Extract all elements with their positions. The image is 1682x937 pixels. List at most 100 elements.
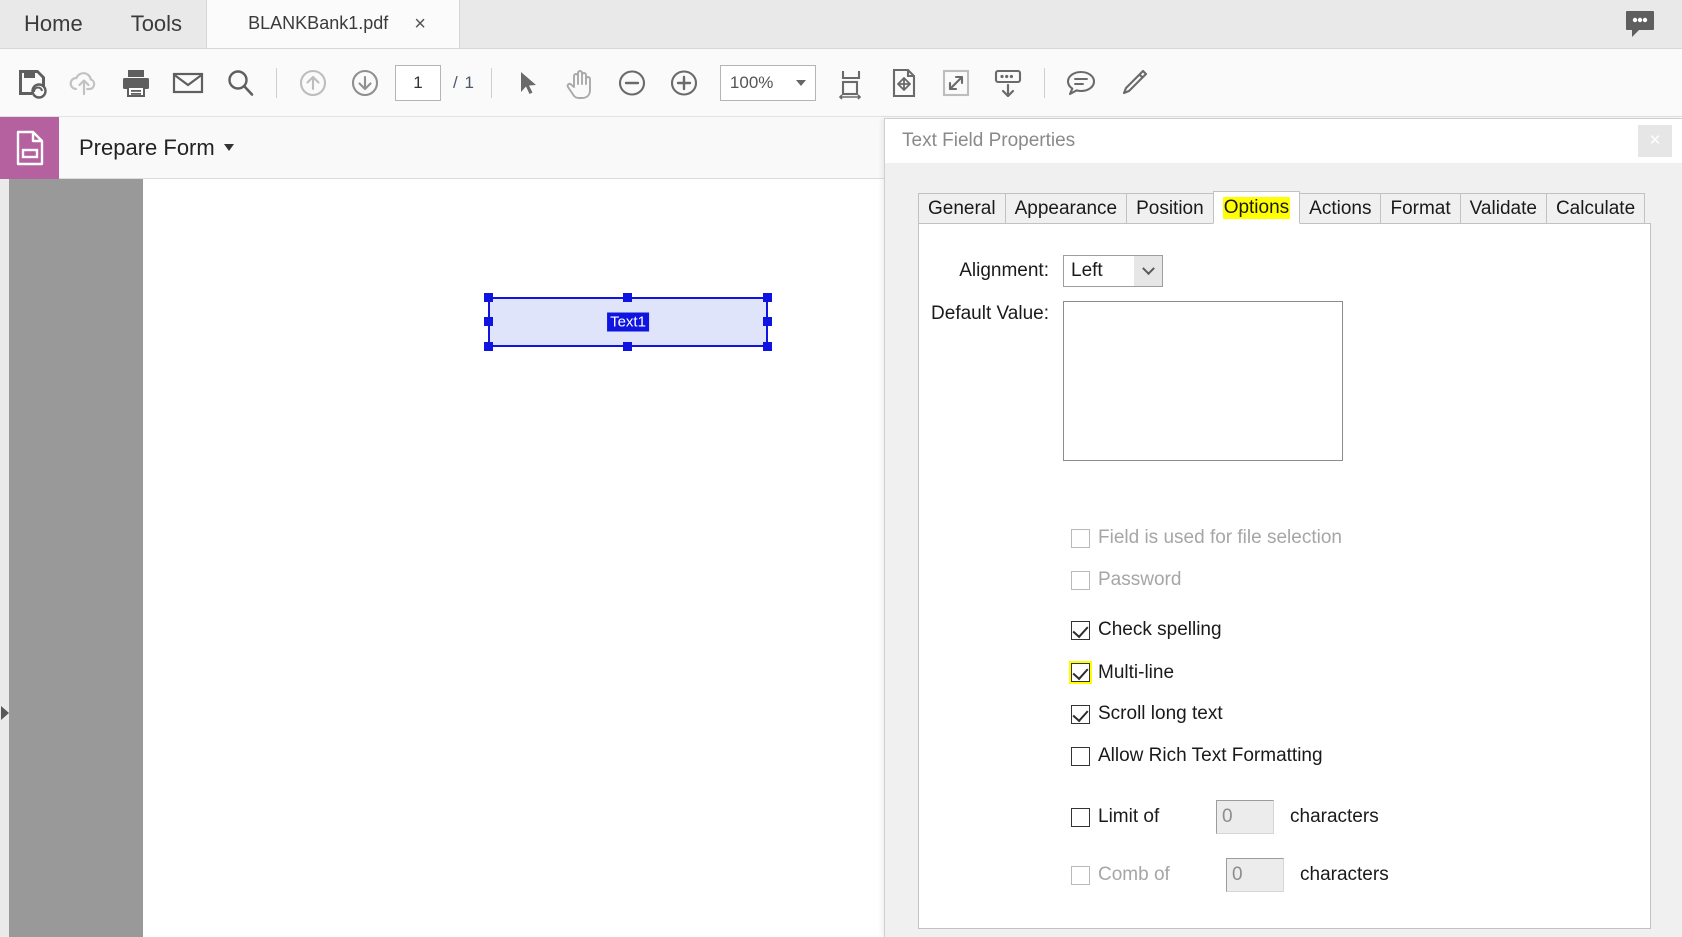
scroll-long-text-checkbox-wrap: Scroll long text (1071, 703, 1223, 725)
limit-of-label: Limit of (1098, 806, 1160, 827)
document-tab[interactable]: BLANKBank1.pdf × (206, 0, 461, 48)
resize-handle-top-left[interactable] (484, 293, 493, 302)
check-spelling-checkbox[interactable] (1071, 620, 1090, 640)
tab-actions-label: Actions (1309, 198, 1372, 219)
password-checkbox-wrap: Password (1071, 569, 1181, 591)
select-arrow-icon[interactable] (502, 57, 554, 109)
alignment-value: Left (1071, 260, 1103, 281)
fit-page-icon[interactable] (826, 57, 878, 109)
page-number-input[interactable]: 1 (395, 64, 441, 101)
save-icon[interactable] (6, 57, 58, 109)
scroll-long-text-checkbox[interactable] (1071, 704, 1090, 724)
tab-format-label: Format (1390, 198, 1451, 219)
navigation-panel[interactable] (9, 179, 143, 937)
tab-bar: Home Tools BLANKBank1.pdf × (0, 0, 1682, 49)
page-number-value: 1 (413, 72, 423, 92)
limit-of-checkbox[interactable] (1071, 807, 1090, 827)
comb-of-value: 0 (1232, 864, 1243, 885)
allow-rich-text-label: Allow Rich Text Formatting (1098, 745, 1323, 766)
resize-handle-bottom-center[interactable] (623, 342, 632, 351)
resize-handle-top-center[interactable] (623, 293, 632, 302)
toolbar-separator-3 (1043, 67, 1045, 98)
tab-actions[interactable]: Actions (1299, 193, 1382, 224)
tab-appearance[interactable]: Appearance (1004, 193, 1128, 224)
zoom-level-select[interactable]: 100% (719, 64, 816, 101)
zoom-out-icon[interactable] (606, 57, 658, 109)
zoom-in-icon[interactable] (658, 57, 710, 109)
prepare-form-icon (0, 116, 59, 179)
file-selection-checkbox[interactable] (1071, 528, 1090, 548)
default-value-textarea[interactable] (1063, 301, 1343, 461)
chevron-down-icon (795, 79, 806, 86)
dialog-tab-strip: General Appearance Position Options Acti… (918, 191, 1682, 224)
scroll-down-icon[interactable] (982, 57, 1034, 109)
allow-rich-text-checkbox[interactable] (1071, 746, 1090, 766)
options-tab-panel: Alignment: Left Default Value: Field is (918, 223, 1651, 929)
comb-of-checkbox[interactable] (1071, 865, 1090, 885)
pan-document-icon[interactable] (878, 57, 930, 109)
comb-of-unit-label: characters (1300, 864, 1389, 885)
limit-of-input[interactable]: 0 (1216, 800, 1274, 834)
tab-options[interactable]: Options (1212, 191, 1301, 224)
document-tab-label: BLANKBank1.pdf (248, 13, 389, 33)
tab-position-label: Position (1136, 198, 1204, 219)
tab-calculate-label: Calculate (1555, 198, 1636, 219)
tab-general-label: General (928, 198, 996, 219)
password-label: Password (1098, 569, 1182, 590)
zoom-level-value: 100% (729, 72, 774, 92)
upload-cloud-icon[interactable] (58, 57, 110, 109)
hand-icon[interactable] (554, 57, 606, 109)
multi-line-checkbox-wrap (1069, 661, 1092, 684)
dialog-title: Text Field Properties (902, 130, 1076, 151)
resize-handle-bottom-left[interactable] (484, 342, 493, 351)
prepare-form-menu[interactable]: Prepare Form (79, 135, 234, 161)
alignment-label: Alignment: (959, 260, 1049, 281)
toolbar-separator (276, 67, 277, 98)
page-count-label: / 1 (453, 72, 475, 92)
menu-tools-label: Tools (130, 10, 183, 36)
file-selection-label: Field is used for file selection (1098, 527, 1342, 548)
tab-calculate[interactable]: Calculate (1545, 193, 1646, 224)
email-icon[interactable] (162, 57, 214, 109)
left-panel-rail (0, 179, 9, 937)
password-checkbox[interactable] (1071, 570, 1090, 590)
close-icon[interactable]: × (1638, 125, 1672, 157)
resize-handle-middle-right[interactable] (763, 317, 772, 326)
tab-options-label: Options (1222, 196, 1291, 219)
tab-validate[interactable]: Validate (1459, 193, 1547, 224)
check-spelling-label: Check spelling (1098, 619, 1222, 640)
tab-position[interactable]: Position (1126, 193, 1214, 224)
resize-handle-middle-left[interactable] (484, 317, 493, 326)
menu-tools[interactable]: Tools (106, 0, 207, 48)
prepare-form-title: Prepare Form (79, 134, 215, 160)
file-selection-checkbox-wrap: Field is used for file selection (1071, 527, 1342, 549)
text-field-name-label: Text1 (607, 312, 649, 332)
comb-of-input[interactable]: 0 (1226, 858, 1284, 892)
limit-of-unit-label: characters (1290, 806, 1379, 827)
close-icon[interactable]: × (414, 14, 426, 34)
tab-format[interactable]: Format (1380, 193, 1461, 224)
tab-validate-label: Validate (1469, 198, 1537, 219)
dialog-body: General Appearance Position Options Acti… (885, 163, 1682, 937)
comment-icon[interactable] (1055, 57, 1107, 109)
scroll-long-text-label: Scroll long text (1098, 703, 1223, 724)
collapse-arrow-icon[interactable] (1, 706, 9, 720)
multi-line-checkbox[interactable] (1071, 663, 1090, 682)
resize-handle-bottom-right[interactable] (763, 342, 772, 351)
search-icon[interactable] (214, 57, 266, 109)
previous-page-icon[interactable] (287, 57, 339, 109)
highlighter-pen-icon[interactable] (1107, 57, 1159, 109)
fullscreen-icon[interactable] (930, 57, 982, 109)
tab-general[interactable]: General (918, 193, 1006, 224)
print-icon[interactable] (110, 57, 162, 109)
resize-handle-top-right[interactable] (763, 293, 772, 302)
menu-home[interactable]: Home (0, 0, 107, 48)
comment-dots-icon[interactable] (1616, 0, 1664, 48)
limit-of-value: 0 (1222, 806, 1233, 827)
allow-rich-text-checkbox-wrap: Allow Rich Text Formatting (1071, 745, 1323, 767)
alignment-select[interactable]: Left (1063, 255, 1163, 287)
next-page-icon[interactable] (339, 57, 391, 109)
tab-bar-spacer (460, 0, 1616, 48)
toolbar-separator-2 (490, 67, 492, 98)
text-field-widget[interactable]: Text1 (484, 293, 772, 351)
